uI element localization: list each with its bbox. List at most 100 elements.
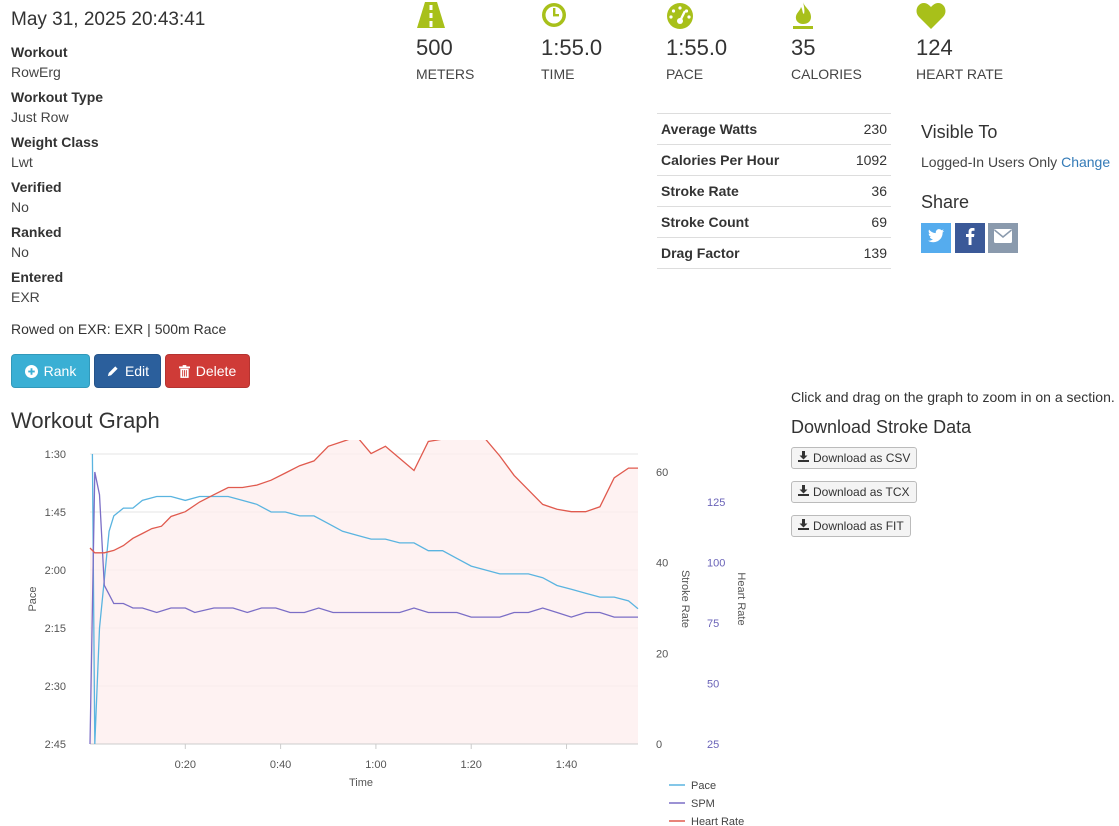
metric-value: 69 [871, 214, 887, 230]
heart-rate-tick-label: 50 [707, 679, 719, 691]
download-fit-label: Download as FIT [813, 519, 904, 533]
delete-label: Delete [195, 363, 237, 379]
detail-value: Lwt [11, 154, 33, 170]
zoom-note: Click and drag on the graph to zoom in o… [791, 389, 1115, 405]
detail-label: Entered [11, 269, 64, 285]
metric-name: Stroke Rate [661, 183, 739, 199]
x-tick-label: 0:20 [175, 759, 196, 771]
facebook-icon [965, 227, 975, 250]
workout-details: Workout RowErg Workout Type Just Row Wei… [11, 42, 311, 312]
change-visibility-link[interactable]: Change [1061, 154, 1110, 170]
visible-to-title: Visible To [921, 122, 998, 142]
visibility-text: Logged-In Users Only Change [921, 154, 1110, 170]
heart-rate-tick-label: 75 [707, 618, 719, 630]
pace-tick-label: 2:30 [45, 681, 66, 693]
pencil-icon [106, 365, 119, 378]
metric-value: 139 [863, 245, 887, 261]
download-tcx-button[interactable]: Download as TCX [791, 481, 917, 503]
detail-label: Workout Type [11, 89, 104, 105]
detail-entered: Entered EXR [11, 267, 311, 312]
download-csv-button[interactable]: Download as CSV [791, 447, 918, 469]
metrics-table: Average Watts 230 Calories Per Hour 1092… [657, 113, 891, 269]
pace-tick-label: 1:30 [45, 449, 66, 461]
pace-tick-label: 2:00 [45, 565, 66, 577]
metric-value: 230 [863, 121, 887, 137]
stat-value: 1:55.0 [666, 35, 728, 60]
legend-label: SPM [691, 798, 715, 810]
heart-rate-tick-label: 100 [707, 558, 725, 570]
heart-rate-axis-label: Heart Rate [735, 572, 747, 625]
delete-button[interactable]: Delete [165, 354, 250, 388]
graph-title: Workout Graph [11, 408, 160, 433]
metric-row: Average Watts 230 [657, 114, 891, 145]
download-title: Download Stroke Data [791, 417, 972, 437]
speedometer-icon [666, 2, 696, 30]
x-tick-label: 0:40 [270, 759, 291, 771]
share-facebook-button[interactable] [955, 223, 985, 253]
workout-chart[interactable]: 1:30 1:45 2:00 2:15 2:30 2:45 0:20 0:40 1:00 1:20… [0, 440, 780, 826]
download-icon [798, 519, 809, 533]
edit-label: Edit [124, 363, 150, 379]
share-email-button[interactable] [988, 223, 1018, 253]
clock-icon [541, 2, 571, 30]
legend-label: Pace [691, 780, 716, 792]
metric-row: Stroke Rate 36 [657, 176, 891, 207]
stroke-rate-tick-label: 40 [656, 558, 668, 570]
detail-value: RowErg [11, 64, 61, 80]
metric-row: Calories Per Hour 1092 [657, 145, 891, 176]
detail-value: Just Row [11, 109, 69, 125]
pace-axis-label: Pace [27, 586, 39, 611]
plus-circle-icon [24, 364, 38, 378]
heart-icon [916, 2, 946, 30]
stroke-rate-axis-label: Stroke Rate [679, 570, 691, 628]
flame-icon [791, 2, 821, 30]
x-tick-label: 1:00 [365, 759, 386, 771]
detail-ranked: Ranked No [11, 222, 311, 267]
email-icon [994, 228, 1012, 248]
download-icon [798, 451, 809, 465]
metric-name: Average Watts [661, 121, 758, 137]
twitter-icon [928, 228, 944, 248]
heart-rate-tick-label: 25 [707, 739, 719, 751]
heart-rate-tick-label: 125 [707, 497, 725, 509]
stroke-rate-tick-label: 60 [656, 467, 668, 479]
rowed-on-text: Rowed on EXR: EXR | 500m Race [11, 321, 227, 337]
download-csv-label: Download as CSV [813, 451, 911, 465]
metric-row: Stroke Count 69 [657, 207, 891, 238]
legend-label: Heart Rate [691, 816, 744, 826]
workout-datetime: May 31, 2025 20:43:41 [11, 9, 206, 30]
stat-value: 1:55.0 [541, 35, 603, 60]
stat-value: 124 [916, 35, 953, 60]
rank-button[interactable]: Rank [11, 354, 90, 388]
detail-label: Ranked [11, 224, 62, 240]
stat-label: PACE [666, 66, 704, 82]
download-tcx-label: Download as TCX [813, 485, 910, 499]
visibility-value: Logged-In Users Only [921, 154, 1058, 170]
metric-name: Calories Per Hour [661, 152, 780, 168]
pace-tick-label: 2:15 [45, 623, 66, 635]
metric-name: Drag Factor [661, 245, 740, 261]
detail-label: Verified [11, 179, 62, 195]
download-fit-button[interactable]: Download as FIT [791, 515, 911, 537]
stat-value: 500 [416, 35, 453, 60]
x-axis-label: Time [349, 777, 373, 789]
detail-value: No [11, 199, 29, 215]
pace-tick-label: 1:45 [45, 507, 66, 519]
detail-label: Weight Class [11, 134, 99, 150]
road-icon [416, 2, 446, 30]
share-title: Share [921, 192, 970, 212]
download-icon [798, 485, 809, 499]
stat-label: HEART RATE [916, 66, 1004, 82]
stat-label: METERS [416, 66, 475, 82]
stat-label: TIME [541, 66, 575, 82]
stat-value: 35 [791, 35, 816, 60]
detail-workout: Workout RowErg [11, 42, 311, 87]
edit-button[interactable]: Edit [94, 354, 161, 388]
detail-value: EXR [11, 289, 40, 305]
rank-label: Rank [43, 363, 77, 379]
stat-label: CALORIES [791, 66, 862, 82]
detail-label: Workout [11, 44, 68, 60]
metric-name: Stroke Count [661, 214, 749, 230]
share-twitter-button[interactable] [921, 223, 951, 253]
metric-value: 36 [871, 183, 887, 199]
